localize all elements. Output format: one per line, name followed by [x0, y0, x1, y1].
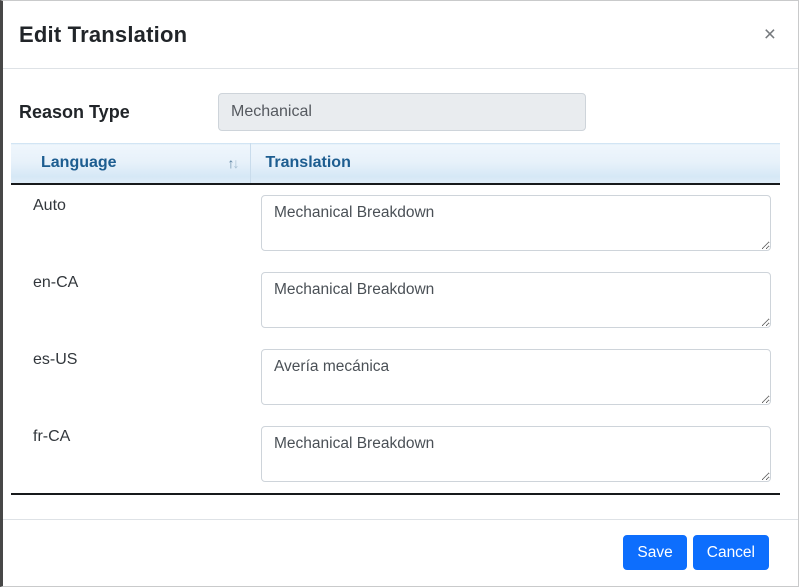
language-cell: Auto [11, 184, 250, 262]
table-header-row: Language ↑↓ Translation [11, 144, 780, 184]
column-header-translation: Translation [250, 144, 780, 184]
save-button[interactable]: Save [623, 535, 686, 570]
reason-type-row: Reason Type [3, 93, 798, 131]
close-icon: × [764, 23, 776, 46]
modal-body: Reason Type Language ↑↓ Translation A [3, 69, 798, 519]
language-cell: en-CA [11, 262, 250, 339]
table-row: en-CA Mechanical Breakdown [11, 262, 780, 339]
translation-header-label: Translation [266, 154, 351, 171]
close-button[interactable]: × [758, 20, 782, 49]
modal-header: Edit Translation × [3, 1, 798, 69]
language-cell: es-US [11, 339, 250, 416]
table-row: fr-CA Mechanical Breakdown [11, 416, 780, 494]
language-cell: fr-CA [11, 416, 250, 494]
reason-type-label: Reason Type [19, 102, 218, 123]
translation-textarea-fr-ca[interactable]: Mechanical Breakdown [261, 426, 771, 482]
sort-icon[interactable]: ↑↓ [228, 155, 238, 171]
cancel-button[interactable]: Cancel [693, 535, 769, 570]
reason-type-input [218, 93, 586, 131]
translation-textarea-en-ca[interactable]: Mechanical Breakdown [261, 272, 771, 328]
translation-textarea-es-us[interactable]: Avería mecánica [261, 349, 771, 405]
table-row: Auto Mechanical Breakdown [11, 184, 780, 262]
edit-translation-modal: Edit Translation × Reason Type Language … [0, 0, 799, 587]
language-header-label: Language [41, 154, 117, 171]
modal-footer: Save Cancel [3, 519, 798, 586]
translation-textarea-auto[interactable]: Mechanical Breakdown [261, 195, 771, 251]
column-header-language[interactable]: Language ↑↓ [11, 144, 250, 184]
translations-table: Language ↑↓ Translation Auto Mechanical … [11, 143, 780, 495]
table-row: es-US Avería mecánica [11, 339, 780, 416]
modal-title: Edit Translation [19, 22, 187, 48]
